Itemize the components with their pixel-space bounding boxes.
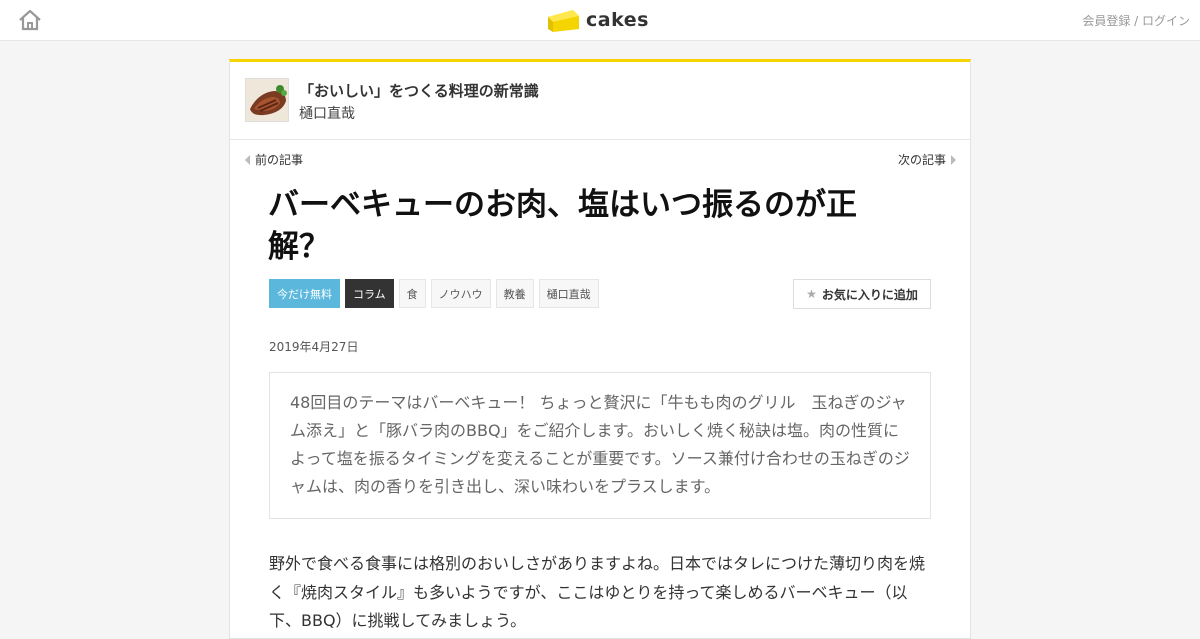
tag-culture[interactable]: 教養: [495, 279, 534, 308]
series-thumbnail[interactable]: [245, 78, 289, 122]
chevron-left-icon: [245, 154, 250, 165]
home-icon[interactable]: [18, 8, 42, 32]
top-bar: cakes 会員登録 / ログイン: [0, 0, 1200, 41]
tag-list: 今だけ無料 コラム 食 ノウハウ 教養 樋口直哉: [269, 279, 599, 308]
article-body: 野外で食べる食事には格別のおいしさがありますよね。日本ではタレにつけた薄切り肉を…: [269, 554, 926, 630]
article-title: バーベキューのお肉、塩はいつ振るのが正解？: [268, 187, 857, 265]
logo-text: cakes: [586, 9, 649, 31]
lead-text: 48回目のテーマはバーベキュー！ ちょっと贅沢に「牛もも肉のグリル 玉ねぎのジャ…: [290, 393, 910, 496]
series-author[interactable]: 樋口直哉: [299, 103, 355, 123]
add-favorite-button[interactable]: ★ お気に入りに追加: [793, 279, 931, 309]
chevron-right-icon: [951, 154, 956, 165]
cakes-logo[interactable]: cakes: [547, 6, 649, 34]
series-title[interactable]: 「おいしい」をつくる料理の新常識: [299, 80, 539, 101]
prev-article-link[interactable]: 前の記事: [245, 151, 303, 168]
series-header[interactable]: 「おいしい」をつくる料理の新常識 樋口直哉: [230, 62, 970, 140]
publish-date: 2019年4月27日: [269, 340, 359, 354]
auth-links[interactable]: 会員登録 / ログイン: [1082, 12, 1190, 29]
next-article-label: 次の記事: [897, 153, 946, 167]
lead-box: 48回目のテーマはバーベキュー！ ちょっと贅沢に「牛もも肉のグリル 玉ねぎのジャ…: [269, 372, 931, 519]
prev-article-label: 前の記事: [255, 153, 304, 167]
cake-logo-icon: [548, 10, 579, 32]
register-login-link[interactable]: 会員登録 / ログイン: [1082, 14, 1190, 28]
tag-knowhow[interactable]: ノウハウ: [430, 279, 491, 308]
add-favorite-label: お気に入りに追加: [821, 287, 918, 302]
next-article-link[interactable]: 次の記事: [898, 151, 956, 168]
tag-food[interactable]: 食: [398, 279, 426, 308]
tag-free[interactable]: 今だけ無料: [269, 279, 340, 308]
tag-author[interactable]: 樋口直哉: [538, 279, 599, 308]
article-card: 「おいしい」をつくる料理の新常識 樋口直哉 前の記事 次の記事 バーベキューのお…: [229, 59, 971, 639]
tag-column[interactable]: コラム: [345, 279, 394, 308]
star-icon: ★: [806, 287, 817, 301]
